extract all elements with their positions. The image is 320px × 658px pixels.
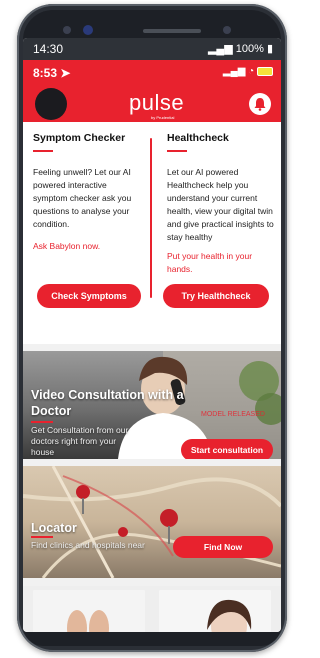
bell-icon	[254, 98, 266, 111]
speaker	[143, 29, 201, 33]
feet-photo	[33, 590, 145, 632]
bottom-card-right[interactable]	[159, 590, 271, 632]
front-camera-icon	[223, 26, 231, 34]
phone-top-bezel	[23, 10, 281, 40]
header-status-icons: ▂▄▆ ◔	[223, 66, 273, 77]
health-hands-link[interactable]: Put your health in your hands.	[167, 250, 275, 276]
ask-babylon-link[interactable]: Ask Babylon now.	[33, 240, 141, 253]
services-panel: Symptom Checker Feeling unwell? Let our …	[23, 122, 281, 344]
check-symptoms-button[interactable]: Check Symptoms	[37, 284, 141, 308]
title-underline	[31, 536, 53, 538]
signal-icon: ▂▄▆	[222, 66, 246, 77]
video-card-title: Video Consultation with a Doctor	[31, 388, 184, 418]
symptom-checker-card: Symptom Checker Feeling unwell? Let our …	[23, 122, 147, 344]
os-status-right: ▂▄▆ 100% ▮	[208, 42, 273, 55]
os-time: 14:30	[33, 42, 64, 56]
woman-photo	[159, 590, 271, 632]
screen: 14:30 ▂▄▆ 100% ▮ 8:53 ➤ ▂▄▆ ◔ pulse by P…	[23, 38, 281, 632]
start-consultation-button[interactable]: Start consultation	[181, 439, 273, 459]
title-underline	[33, 150, 53, 152]
title-underline	[31, 421, 53, 423]
find-now-button[interactable]: Find Now	[173, 536, 273, 558]
location-arrow-icon: ➤	[60, 66, 71, 80]
battery-percent: 100%	[235, 43, 264, 55]
try-healthcheck-button[interactable]: Try Healthcheck	[163, 284, 269, 308]
healthcheck-description: Let our AI powered Healthcheck help you …	[167, 167, 274, 242]
wifi-icon: ◔	[248, 66, 255, 77]
locator-card[interactable]: Locator Find clinics and hospitals near …	[23, 466, 281, 578]
os-status-bar: 14:30 ▂▄▆ 100% ▮	[23, 38, 281, 60]
notifications-button[interactable]	[249, 93, 271, 115]
bottom-cards-row	[23, 586, 281, 632]
avatar[interactable]	[35, 88, 67, 120]
video-consultation-card[interactable]: Video Consultation with a Doctor Get Con…	[23, 351, 281, 459]
battery-icon	[257, 66, 273, 76]
locator-title: Locator	[31, 521, 77, 535]
bottom-card-left[interactable]	[33, 590, 145, 632]
app-logo: pulse	[129, 90, 185, 115]
healthcheck-title: Healthcheck	[167, 132, 229, 144]
model-released-watermark: MODEL RELEASED	[201, 411, 265, 418]
header-time-text: 8:53	[33, 66, 58, 80]
healthcheck-card: Healthcheck Let our AI powered Healthche…	[157, 122, 281, 344]
battery-icon: ▮	[266, 43, 273, 55]
app-logo-sub: by Prudential	[151, 115, 175, 120]
signal-icon: ▂▄▆	[207, 43, 233, 55]
header-time: 8:53 ➤	[33, 66, 70, 80]
title-underline	[167, 150, 187, 152]
symptom-checker-title: Symptom Checker	[33, 132, 126, 144]
app-header: 8:53 ➤ ▂▄▆ ◔ pulse by Prudential	[23, 60, 281, 122]
camera-icon	[63, 26, 71, 34]
column-divider	[150, 138, 152, 298]
video-card-description: Get Consultation from our doctors right …	[31, 425, 129, 457]
sensor-icon	[83, 25, 93, 35]
symptom-checker-description: Feeling unwell? Let our AI powered inter…	[33, 167, 132, 229]
locator-description: Find clinics and hospitals near	[31, 540, 145, 550]
